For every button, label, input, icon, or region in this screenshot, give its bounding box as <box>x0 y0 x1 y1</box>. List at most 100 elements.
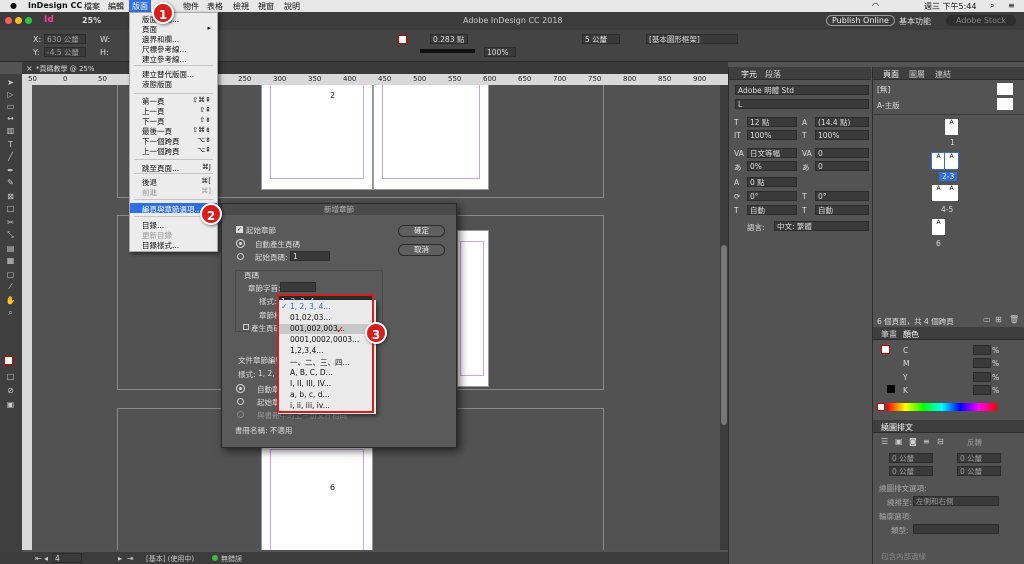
page-thumb-6[interactable]: A <box>932 219 945 235</box>
search-icon[interactable]: ⌕ <box>990 1 994 11</box>
layout-menu-item[interactable]: 第一頁 ⇧⌘⇞ <box>130 95 217 106</box>
type-tool-icon[interactable]: T <box>4 140 17 149</box>
layout-menu-item[interactable]: 更新目錄 <box>130 229 217 240</box>
scissors-tool-icon[interactable]: ✂ <box>4 218 17 227</box>
layout-menu-item[interactable]: 上一個跨頁 ⌥⇞ <box>130 145 217 156</box>
menu-object[interactable]: 物件 <box>183 1 199 12</box>
baseline-shift-field[interactable]: 0 點 <box>747 177 797 187</box>
screen-mode-icon[interactable]: ▣ <box>4 400 17 409</box>
jump-column-icon[interactable]: ⊟ <box>937 437 944 446</box>
layout-menu-item[interactable]: 跳至頁面... ⌘J <box>130 162 217 173</box>
cancel-button[interactable]: 取消 <box>398 244 445 256</box>
layout-menu-item[interactable]: 前進 ⌘] <box>130 186 217 197</box>
apple-icon[interactable]: ● <box>10 1 17 10</box>
x-position-field[interactable]: 630 公釐 <box>44 34 86 44</box>
tab-stroke[interactable]: 筆畫 <box>881 329 897 340</box>
wrap-bounding-box-icon[interactable]: ▣ <box>895 437 903 446</box>
wrap-left-offset[interactable]: 0 公釐 <box>957 453 1001 463</box>
free-transform-tool-icon[interactable]: ⤡ <box>4 230 17 239</box>
gradient-feather-icon[interactable]: ▦ <box>4 256 17 265</box>
wrap-to-select[interactable]: 左側和右側 <box>913 496 999 506</box>
start-section-checkbox[interactable]: ✓ <box>236 226 243 233</box>
menu-view[interactable]: 檢視 <box>233 1 249 12</box>
close-window-icon[interactable] <box>5 17 12 24</box>
page-2[interactable]: 2 <box>261 85 373 190</box>
opacity-field[interactable]: 100% <box>484 47 516 57</box>
page-thumb-3[interactable]: A <box>944 152 959 170</box>
minimize-window-icon[interactable] <box>15 17 22 24</box>
app-menu[interactable]: InDesign CC <box>28 1 82 10</box>
eyedropper-tool-icon[interactable]: ⁄ <box>4 282 17 291</box>
formatting-affects-container-icon[interactable]: □ <box>4 372 17 381</box>
gradient-tool-icon[interactable]: ▤ <box>4 244 17 253</box>
wrap-bottom-offset[interactable]: 0 公釐 <box>889 466 933 476</box>
first-page-icon[interactable]: ⇤ <box>35 554 42 563</box>
auto-number-radio[interactable] <box>236 239 245 248</box>
y-position-field[interactable]: -4.5 公釐 <box>44 47 86 57</box>
wrap-top-offset[interactable]: 0 公釐 <box>889 453 933 463</box>
jump-object-icon[interactable]: ≡ <box>923 437 930 446</box>
menu-help[interactable]: 說明 <box>284 1 300 12</box>
edit-page-size-icon[interactable]: ▭ <box>983 315 991 324</box>
channel-c-field[interactable] <box>973 345 991 355</box>
stroke-type-icon[interactable] <box>420 49 475 53</box>
page-3[interactable] <box>373 85 489 190</box>
hand-tool-icon[interactable]: ✋ <box>4 296 17 305</box>
layout-menu-item[interactable]: 最後一頁 ⇧⌘⇟ <box>130 125 217 136</box>
apply-none-icon[interactable]: ⊘ <box>4 386 17 395</box>
aki-field[interactable]: 0 <box>815 161 869 171</box>
tsume-field[interactable]: 0% <box>747 161 797 171</box>
menu-window[interactable]: 視窗 <box>258 1 274 12</box>
menu-file[interactable]: 檔案 <box>84 1 100 12</box>
prev-page-icon[interactable]: ◂ <box>44 554 48 563</box>
section-prefix-field[interactable] <box>280 282 316 292</box>
rectangle-frame-tool-icon[interactable]: ⊠ <box>4 192 17 201</box>
scroll-thumb[interactable] <box>721 245 727 425</box>
tab-layers[interactable]: 圖層 <box>909 69 925 80</box>
start-at-radio[interactable] <box>237 253 244 260</box>
master-status[interactable]: [基本] (使用中) <box>146 554 194 564</box>
spacing-field[interactable]: 5 公釐 <box>582 34 620 44</box>
vertical-scrollbar[interactable] <box>720 85 728 550</box>
clock[interactable]: 週三 下午5:44 <box>924 1 977 12</box>
note-tool-icon[interactable]: ▢ <box>4 270 17 279</box>
color-spectrum[interactable] <box>887 403 997 411</box>
invert-checkbox[interactable]: 反轉 <box>967 437 982 448</box>
layout-menu-item[interactable]: 後退 ⌘[ <box>130 176 217 187</box>
layout-menu-item[interactable]: 建立替代版面... <box>130 68 217 79</box>
layout-menu-item[interactable]: 建立參考線... <box>130 53 217 64</box>
page-thumb-1[interactable]: A <box>945 119 958 135</box>
tab-pages[interactable]: 頁面 <box>883 69 899 80</box>
tab-paragraph[interactable]: 段落 <box>765 69 781 80</box>
delete-page-icon[interactable]: 🗑 <box>1009 315 1019 324</box>
zoom-level[interactable]: 25% <box>82 16 101 25</box>
pen-tool-icon[interactable]: ✒ <box>4 166 17 175</box>
object-style-select[interactable]: [基本圖形框架] <box>646 34 738 44</box>
start-chapter-radio[interactable] <box>237 398 244 405</box>
layout-menu-item[interactable]: 目錄樣式... <box>130 239 217 250</box>
a-master-thumb[interactable] <box>997 98 1013 110</box>
next-page-icon[interactable]: ▸ <box>118 554 122 563</box>
layout-menu-item[interactable]: 尺標參考線... <box>130 43 217 54</box>
tab-color[interactable]: 顏色 <box>903 329 919 340</box>
none-color-icon[interactable] <box>877 403 885 411</box>
publish-online-button[interactable]: Publish Online <box>826 15 895 26</box>
layout-menu-item[interactable]: 上一頁 ⇧⇞ <box>130 105 217 116</box>
rectangle-tool-icon[interactable]: □ <box>4 204 17 213</box>
pencil-tool-icon[interactable]: ✎ <box>4 178 17 187</box>
kerning-field[interactable]: 日文等幅 <box>747 148 797 158</box>
character-rotation-field[interactable]: 0° <box>747 191 797 201</box>
font-family-select[interactable]: Adobe 明體 Std <box>735 85 869 95</box>
contour-type-select[interactable] <box>913 524 999 534</box>
document-tab[interactable]: *頁碼教學 @ 25% <box>36 64 95 74</box>
leading-field[interactable]: (14.4 點) <box>815 117 869 127</box>
direct-selection-tool-icon[interactable]: ▷ <box>4 90 17 99</box>
last-page-icon[interactable]: ⇥ <box>127 554 134 563</box>
line-tool-icon[interactable]: ╱ <box>4 152 17 161</box>
none-master[interactable]: [無] <box>877 84 890 95</box>
tracking-field[interactable]: 0 <box>815 148 869 158</box>
page-5[interactable] <box>457 230 489 387</box>
layout-menu-item[interactable]: 下一頁 ⇧⇟ <box>130 115 217 126</box>
font-style-select[interactable]: L <box>735 99 869 109</box>
stock-search-input[interactable]: Adobe Stock <box>946 15 1016 26</box>
